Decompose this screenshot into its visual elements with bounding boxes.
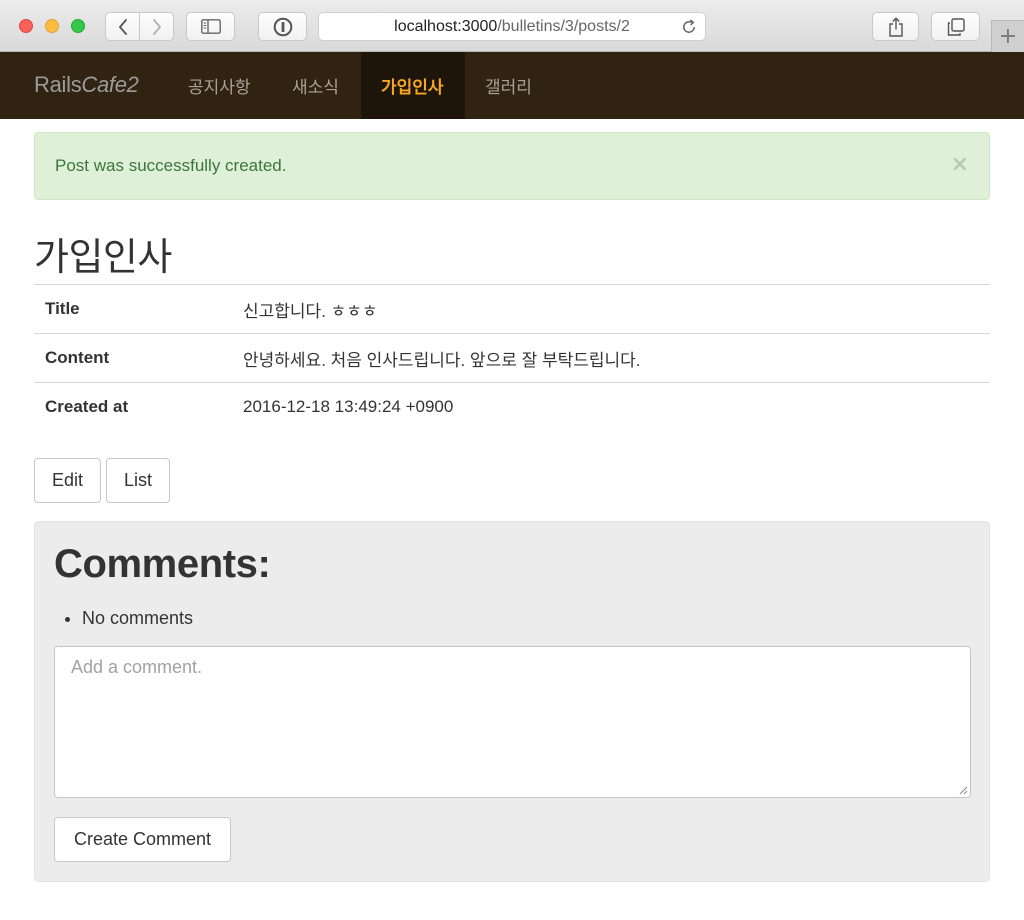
sidebar-toggle-button[interactable] [186, 12, 235, 41]
nav-item-gallery[interactable]: 갤러리 [465, 52, 552, 119]
privacy-icon [273, 17, 292, 36]
back-button[interactable] [105, 12, 140, 41]
row-label-content: Content [34, 333, 232, 383]
alert-message: Post was successfully created. [55, 156, 287, 175]
new-tab-button[interactable]: + [991, 20, 1024, 52]
row-label-created-at: Created at [34, 382, 232, 432]
row-value-content: 안녕하세요. 처음 인사드립니다. 앞으로 잘 부탁드립니다. [232, 333, 990, 383]
comments-heading: Comments: [54, 542, 271, 586]
sidebar-icon [200, 19, 221, 34]
close-icon[interactable]: × [951, 154, 969, 176]
brand-logo[interactable]: RailsCafe2 [34, 72, 139, 98]
show-tabs-button[interactable] [931, 12, 980, 41]
chevron-right-icon [152, 18, 161, 35]
nav-item-notices[interactable]: 공지사항 [168, 52, 271, 119]
minimize-window-button[interactable] [45, 19, 59, 33]
address-bar[interactable]: localhost:3000/bulletins/3/posts/2 [318, 12, 706, 41]
edit-button[interactable]: Edit [34, 458, 101, 503]
reload-icon[interactable] [681, 19, 697, 35]
list-button[interactable]: List [106, 458, 170, 503]
url-path: /bulletins/3/posts/2 [497, 17, 630, 35]
success-alert: Post was successfully created. × [34, 132, 990, 200]
comments-list: No comments [82, 608, 193, 629]
nav-item-news[interactable]: 새소식 [272, 52, 359, 119]
comments-section: Comments: No comments Create Comment [34, 521, 990, 882]
tabs-icon [947, 17, 965, 36]
brand-text: Rails [34, 72, 82, 97]
table-row: Content 안녕하세요. 처음 인사드립니다. 앞으로 잘 부탁드립니다. [34, 333, 990, 383]
row-label-title: Title [34, 284, 232, 334]
chevron-left-icon [118, 18, 127, 35]
url-host: localhost:3000 [394, 17, 498, 35]
site-navbar: RailsCafe2 공지사항 새소식 가입인사 갤러리 [0, 52, 1024, 119]
share-icon [888, 16, 903, 37]
table-row: Title 신고합니다. ㅎㅎㅎ [34, 284, 990, 334]
page-title: 가입인사 [34, 237, 172, 279]
zoom-window-button[interactable] [71, 19, 85, 33]
table-row: Created at 2016-12-18 13:49:24 +0900 [34, 382, 990, 432]
brand-text-italic: Cafe2 [81, 72, 139, 97]
browser-toolbar: localhost:3000/bulletins/3/posts/2 + [0, 0, 1024, 52]
resize-grip-icon[interactable] [959, 786, 968, 795]
list-item: No comments [82, 608, 193, 629]
forward-button[interactable] [139, 12, 174, 41]
row-value-created-at: 2016-12-18 13:49:24 +0900 [232, 382, 990, 432]
password-manager-button[interactable] [258, 12, 307, 41]
close-window-button[interactable] [19, 19, 33, 33]
nav-item-greetings[interactable]: 가입인사 [361, 52, 465, 119]
share-button[interactable] [872, 12, 919, 41]
row-value-title: 신고합니다. ㅎㅎㅎ [232, 284, 990, 334]
comment-textarea[interactable] [54, 646, 971, 798]
create-comment-button[interactable]: Create Comment [54, 817, 231, 862]
post-details-table: Title 신고합니다. ㅎㅎㅎ Content 안녕하세요. 처음 인사드립니… [34, 284, 990, 432]
